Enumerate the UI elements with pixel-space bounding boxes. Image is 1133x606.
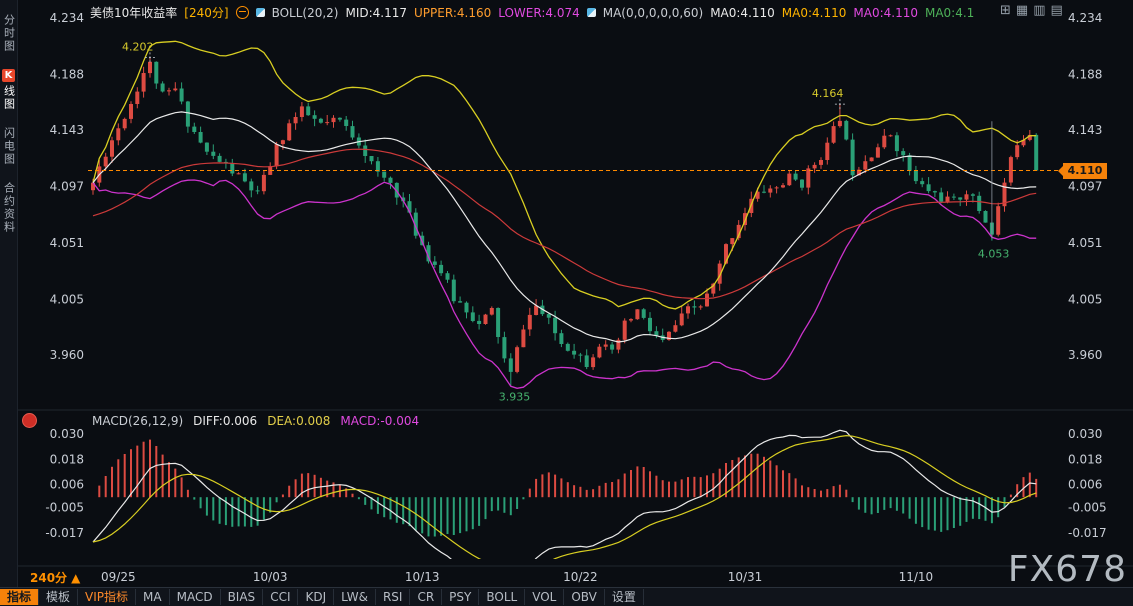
macd-pane-group bbox=[93, 430, 1036, 578]
up-triangle-icon: ▲ bbox=[71, 571, 80, 585]
y-axis-label-left: 4.005 bbox=[50, 293, 84, 307]
sidebar-item-2[interactable]: K 线图 bbox=[1, 69, 17, 111]
toolbar-item-14[interactable]: VOL bbox=[525, 589, 564, 605]
indicator-red-dot-icon[interactable] bbox=[22, 413, 37, 428]
y-axis-label-right: 4.234 bbox=[1068, 11, 1102, 25]
macd-dea-value: DEA:0.008 bbox=[267, 414, 330, 428]
macd-axis-label-left: 0.030 bbox=[50, 427, 84, 441]
ma-settings-icon[interactable] bbox=[587, 8, 596, 17]
toolbar-item-12[interactable]: PSY bbox=[442, 589, 479, 605]
price-annotation: 3.935 bbox=[499, 391, 531, 404]
y-axis-label-right: 4.051 bbox=[1068, 236, 1102, 250]
timeframe-footer-label: 240分 bbox=[30, 569, 67, 586]
toolbar-item-16[interactable]: 设置 bbox=[605, 589, 644, 605]
sidebar-item-label: 线图 bbox=[1, 85, 17, 111]
sidebar-item-1[interactable]: 分时图 bbox=[1, 14, 17, 53]
toolbar-item-15[interactable]: OBV bbox=[564, 589, 605, 605]
y-axis-label-left: 4.188 bbox=[50, 68, 84, 82]
toolbar-item-8[interactable]: KDJ bbox=[298, 589, 334, 605]
y-axis-label-right: 4.143 bbox=[1068, 123, 1102, 137]
boll-mid-value: MID:4.117 bbox=[345, 6, 407, 20]
macd-axis-label-right: -0.005 bbox=[1068, 501, 1107, 515]
y-axis-label-right: 3.960 bbox=[1068, 348, 1102, 362]
toolbar-item-7[interactable]: CCI bbox=[263, 589, 298, 605]
chart-header: 美债10年收益率 [240分] BOLL(20,2) MID:4.117 UPP… bbox=[90, 4, 974, 21]
macd-header: MACD(26,12,9) DIFF:0.006 DEA:0.008 MACD:… bbox=[92, 414, 419, 428]
y-axis-label-left: 4.234 bbox=[50, 11, 84, 25]
ma-value-2: MA0:4.110 bbox=[782, 6, 847, 20]
toolbar-item-1[interactable]: 指标 bbox=[0, 589, 39, 605]
x-axis-label: 09/25 bbox=[101, 570, 136, 584]
price-annotation: 4.202 bbox=[122, 40, 154, 53]
x-axis-label: 10/13 bbox=[405, 570, 440, 584]
x-axis-label: 10/22 bbox=[563, 570, 598, 584]
sidebar-item-4[interactable]: 合约资料 bbox=[1, 182, 17, 234]
macd-label: MACD(26,12,9) bbox=[92, 414, 183, 428]
app-root: 4.202 4.164 4.053 3.935 4.234 4.234 4.188 4.188… bbox=[0, 0, 1133, 606]
macd-diff-value: DIFF:0.006 bbox=[193, 414, 257, 428]
y-axis-label-left: 4.143 bbox=[50, 123, 84, 137]
sidebar-item-label: 分时图 bbox=[1, 14, 17, 53]
symbol-title: 美债10年收益率 bbox=[90, 4, 177, 21]
macd-axis-label-right: -0.017 bbox=[1068, 526, 1107, 540]
toolbar-item-2[interactable]: 模板 bbox=[39, 589, 78, 605]
y-axis-label-right: 4.005 bbox=[1068, 293, 1102, 307]
layout-quad-icon[interactable]: ▦ bbox=[1016, 3, 1028, 18]
timeframe-footer[interactable]: 240分 ▲ bbox=[30, 569, 80, 586]
ma-values: MA0:4.110 MA0:4.110 MA0:4.110 MA0:4.1 bbox=[710, 6, 974, 20]
main-chart-group bbox=[91, 41, 1038, 388]
price-annotation: 4.164 bbox=[812, 87, 844, 100]
boll-upper-value: UPPER:4.160 bbox=[414, 6, 491, 20]
toolbar-item-9[interactable]: LW& bbox=[334, 589, 376, 605]
layout-columns-icon[interactable]: ▥ bbox=[1033, 3, 1045, 18]
toolbar-item-13[interactable]: BOLL bbox=[479, 589, 525, 605]
y-axis-label-left: 4.097 bbox=[50, 180, 84, 194]
sidebar-item-3[interactable]: 闪电图 bbox=[1, 127, 17, 166]
macd-axis-label-left: -0.017 bbox=[45, 526, 84, 540]
toolbar-item-3[interactable]: VIP指标 bbox=[78, 589, 136, 605]
chart-canvas[interactable]: 4.202 4.164 4.053 3.935 4.234 4.234 4.188 4.188… bbox=[0, 0, 1133, 606]
ma-value-1: MA0:4.110 bbox=[710, 6, 775, 20]
toolbar-item-5[interactable]: MACD bbox=[170, 589, 221, 605]
boll-lower-value: LOWER:4.074 bbox=[498, 6, 580, 20]
ma-label: MA(0,0,0,0,0,60) bbox=[603, 6, 703, 20]
macd-axis-label-right: 0.030 bbox=[1068, 427, 1102, 441]
y-axis-label-left: 3.960 bbox=[50, 348, 84, 362]
boll-settings-icon[interactable] bbox=[256, 8, 265, 17]
sidebar-item-label: 合约资料 bbox=[1, 182, 17, 234]
x-axis-label: 10/03 bbox=[253, 570, 288, 584]
sidebar: 分时图 K 线图闪电图合约资料 bbox=[0, 0, 18, 606]
ma-value-4: MA0:4.1 bbox=[925, 6, 974, 20]
macd-axis-label-right: 0.018 bbox=[1068, 452, 1102, 466]
x-axis-label: 11/10 bbox=[899, 570, 934, 584]
macd-axis-label-left: 0.018 bbox=[50, 452, 84, 466]
toolbar-item-10[interactable]: RSI bbox=[376, 589, 411, 605]
macd-axis-label-right: 0.006 bbox=[1068, 478, 1102, 492]
current-price-tag: 4.110 bbox=[1063, 163, 1107, 179]
layout-rows-icon[interactable]: ▤ bbox=[1051, 3, 1063, 18]
ma-value-3: MA0:4.110 bbox=[853, 6, 918, 20]
sidebar-item-label: 闪电图 bbox=[1, 127, 17, 166]
timeframe-label[interactable]: [240分] bbox=[184, 4, 228, 21]
macd-axis-label-left: -0.005 bbox=[45, 501, 84, 515]
y-axis-label-right: 4.097 bbox=[1068, 180, 1102, 194]
boll-label: BOLL(20,2) bbox=[272, 6, 339, 20]
window-layout-icons: ⊞ ▦ ▥ ▤ bbox=[1000, 3, 1063, 18]
layout-grid-icon[interactable]: ⊞ bbox=[1000, 3, 1011, 18]
price-annotation: 4.053 bbox=[978, 248, 1010, 261]
x-axis-label: 10/31 bbox=[728, 570, 763, 584]
macd-macd-value: MACD:-0.004 bbox=[340, 414, 419, 428]
toolbar-item-6[interactable]: BIAS bbox=[221, 589, 264, 605]
macd-axis-label-left: 0.006 bbox=[50, 478, 84, 492]
symbol-info-icon[interactable] bbox=[236, 6, 249, 19]
toolbar-item-11[interactable]: CR bbox=[410, 589, 442, 605]
y-axis-label-right: 4.188 bbox=[1068, 68, 1102, 82]
toolbar-item-4[interactable]: MA bbox=[136, 589, 170, 605]
bottom-toolbar: 指标模板VIP指标MAMACDBIASCCIKDJLW&RSICRPSYBOLL… bbox=[0, 587, 1133, 606]
k-line-badge-icon: K bbox=[2, 69, 15, 82]
y-axis-label-left: 4.051 bbox=[50, 236, 84, 250]
watermark-logo: FX678 bbox=[1008, 549, 1127, 590]
